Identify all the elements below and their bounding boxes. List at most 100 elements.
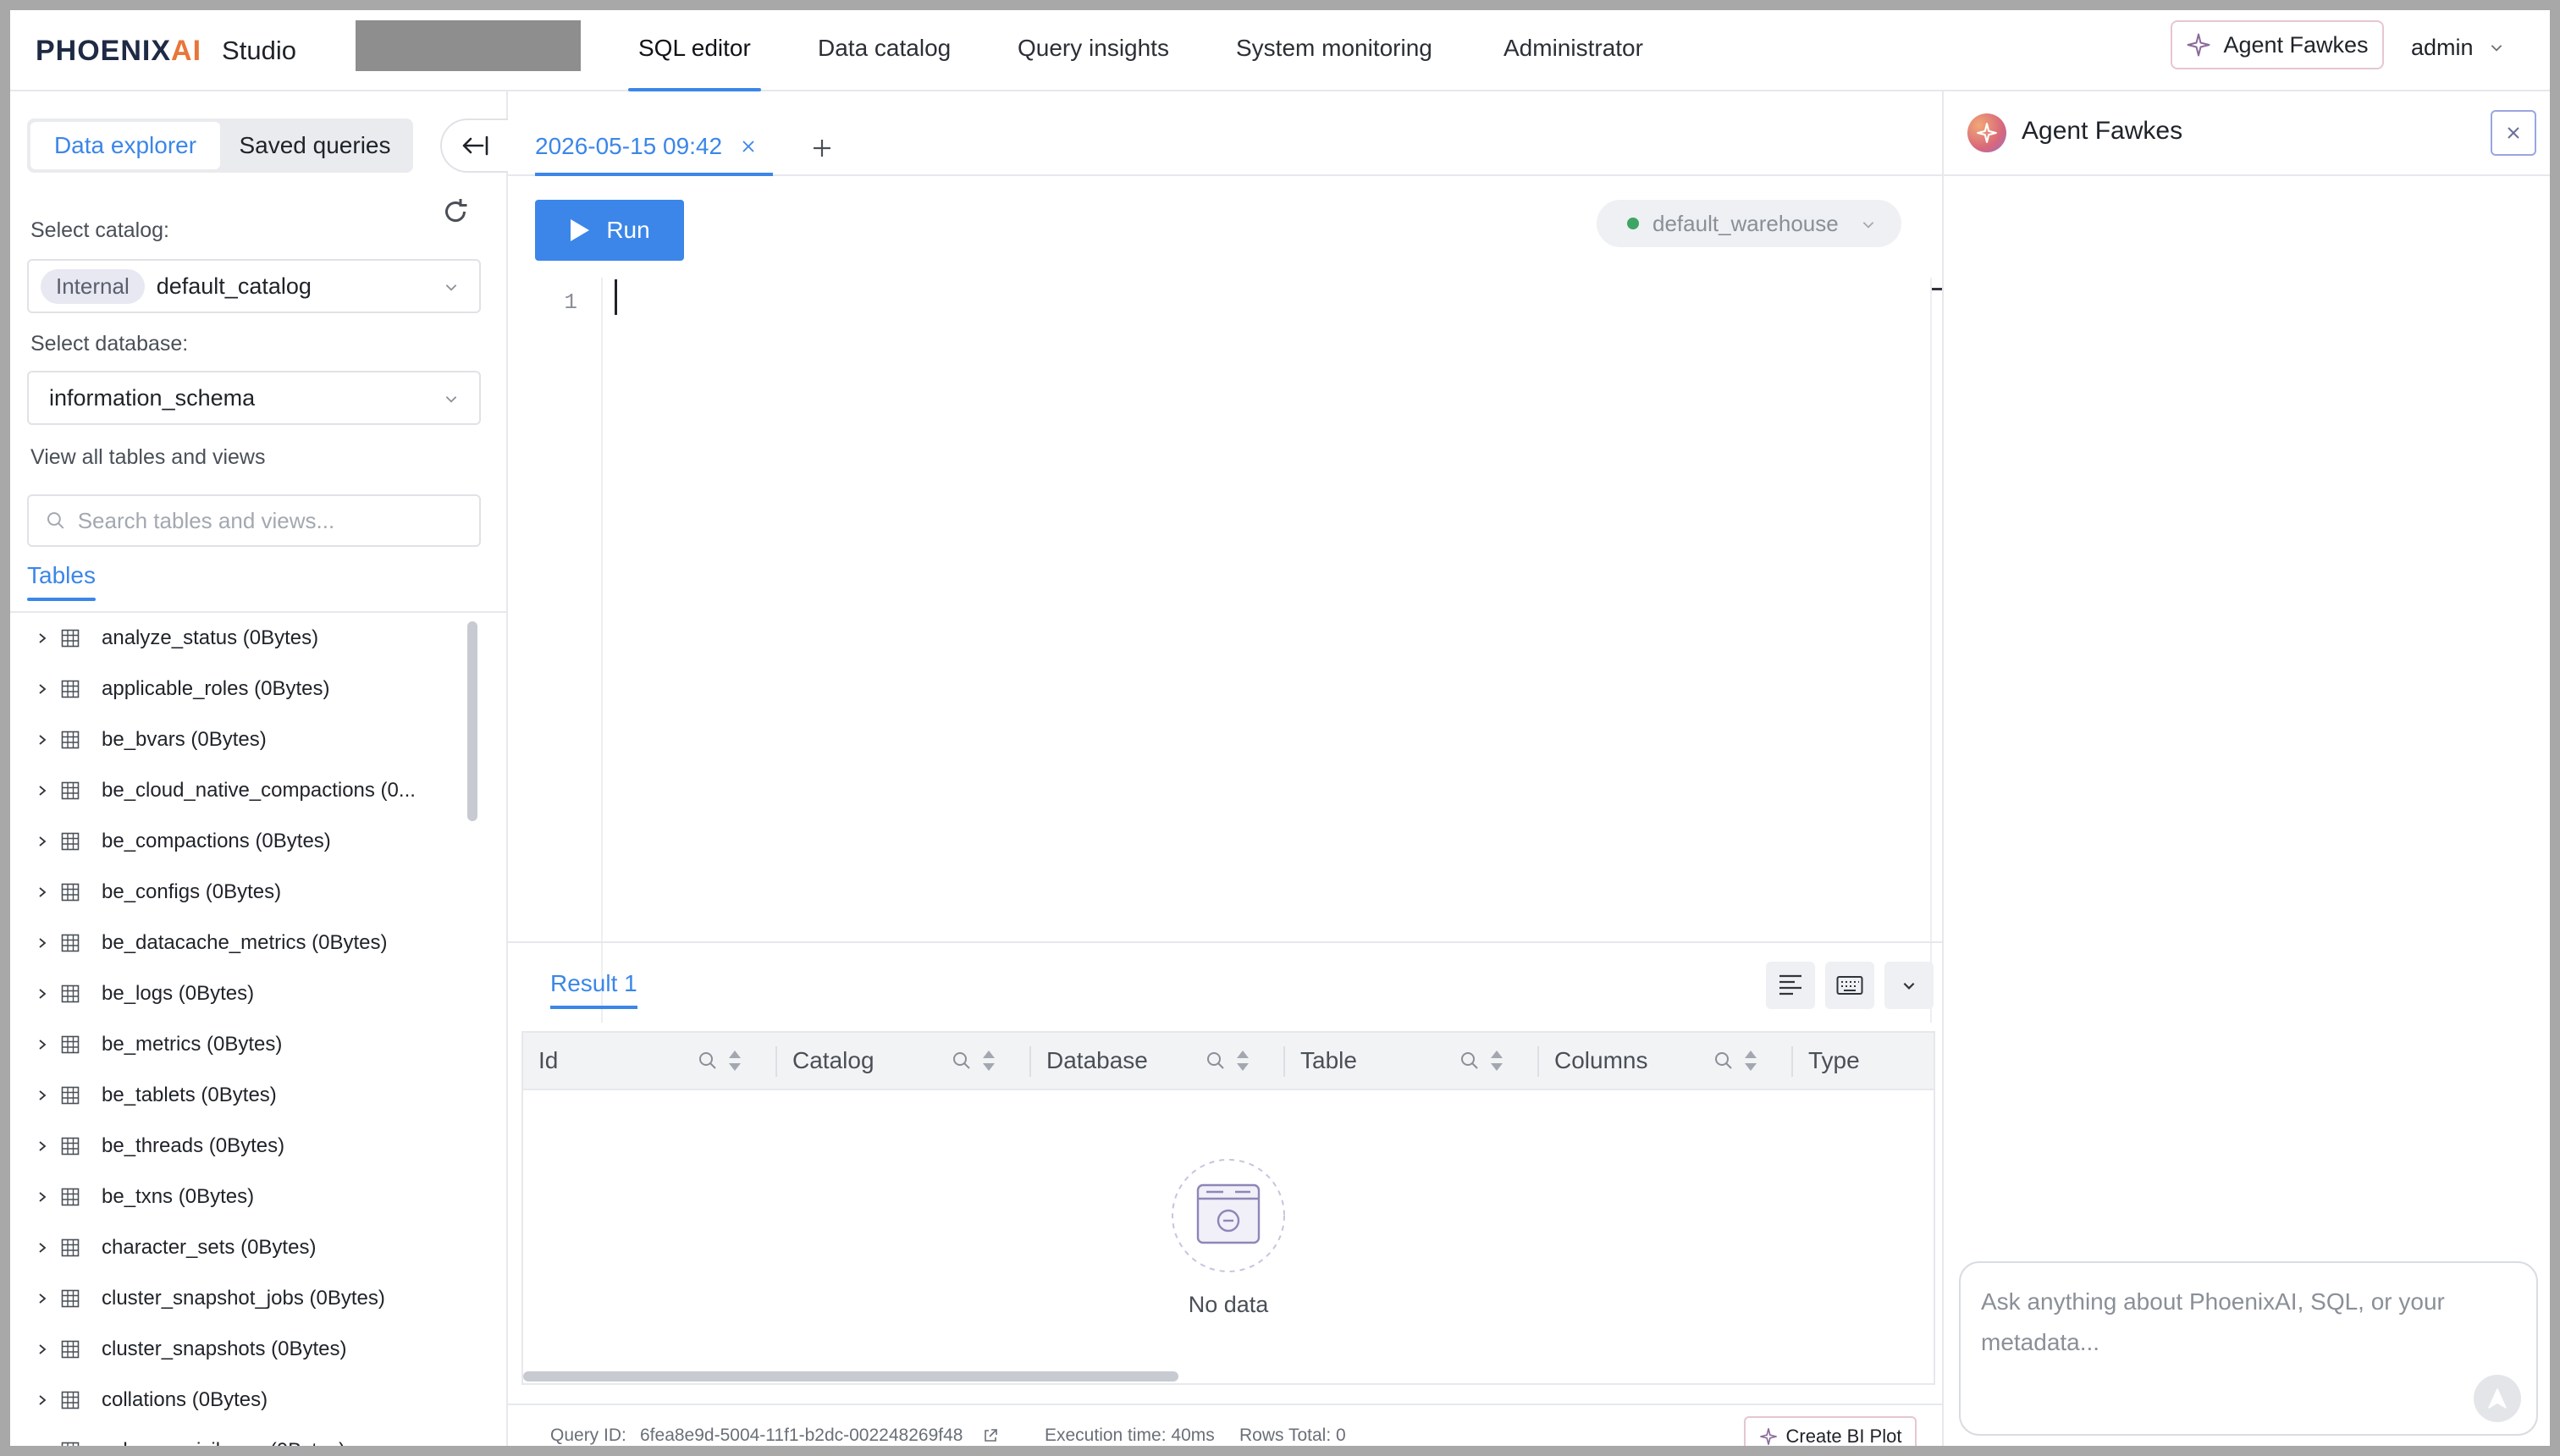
- chevron-right-icon[interactable]: [36, 987, 49, 1001]
- table-list-item[interactable]: cluster_snapshots (0Bytes): [10, 1324, 474, 1375]
- sort-icon[interactable]: [726, 1048, 743, 1073]
- table-search-input[interactable]: [77, 507, 462, 534]
- view-all-tables-link[interactable]: View all tables and views: [30, 445, 265, 470]
- sort-icon[interactable]: [1488, 1048, 1505, 1073]
- user-menu[interactable]: admin: [2411, 29, 2504, 66]
- run-button[interactable]: Run: [535, 200, 684, 261]
- text-cursor[interactable]: [615, 279, 617, 315]
- column-separator[interactable]: [775, 1046, 777, 1077]
- add-tab-icon[interactable]: [808, 134, 836, 163]
- chevron-down-icon: [1903, 982, 1915, 990]
- query-tab-bar: 2026-05-15 09:42: [508, 91, 1942, 176]
- chevron-right-icon[interactable]: [36, 1089, 49, 1102]
- agent-button-label: Agent Fawkes: [2223, 31, 2369, 58]
- table-list-item[interactable]: analyze_status (0Bytes): [10, 613, 474, 664]
- agent-chat-input[interactable]: [1981, 1282, 2506, 1375]
- column-separator[interactable]: [1283, 1046, 1285, 1077]
- table-list-item[interactable]: collations (0Bytes): [10, 1375, 474, 1426]
- chevron-right-icon[interactable]: [36, 1343, 49, 1356]
- column-header-id[interactable]: Id: [538, 1033, 558, 1089]
- chevron-right-icon[interactable]: [36, 936, 49, 950]
- close-icon[interactable]: [741, 139, 756, 154]
- catalog-select[interactable]: Internal default_catalog: [27, 259, 481, 313]
- chevron-right-icon[interactable]: [36, 1393, 49, 1407]
- table-icon: [61, 1086, 80, 1105]
- column-header-catalog[interactable]: Catalog: [792, 1033, 874, 1089]
- segment-saved-queries[interactable]: Saved queries: [220, 122, 410, 169]
- table-list-item[interactable]: cluster_snapshot_jobs (0Bytes): [10, 1273, 474, 1324]
- table-list-item[interactable]: be_metrics (0Bytes): [10, 1019, 474, 1070]
- table-list-item[interactable]: be_logs (0Bytes): [10, 968, 474, 1019]
- column-separator[interactable]: [1537, 1046, 1539, 1077]
- query-tab[interactable]: 2026-05-15 09:42: [535, 119, 774, 176]
- table-list-item[interactable]: column_privileges (0Bytes): [10, 1426, 474, 1446]
- table-list-item[interactable]: be_compactions (0Bytes): [10, 816, 474, 867]
- table-list-item[interactable]: applicable_roles (0Bytes): [10, 664, 474, 714]
- column-header-table[interactable]: Table: [1300, 1033, 1357, 1089]
- tab-tables[interactable]: Tables: [27, 562, 96, 601]
- keyboard-shortcuts-button[interactable]: [1825, 962, 1874, 1009]
- chevron-right-icon[interactable]: [36, 784, 49, 797]
- column-header-columns[interactable]: Columns: [1554, 1033, 1647, 1089]
- column-separator[interactable]: [1029, 1046, 1031, 1077]
- query-id-value[interactable]: 6fea8e9d-5004-11f1-b2dc-002248269f48: [640, 1426, 963, 1446]
- search-icon[interactable]: [1206, 1051, 1226, 1071]
- chevron-right-icon[interactable]: [36, 885, 49, 899]
- table-list-item[interactable]: be_cloud_native_compactions (0...: [10, 765, 474, 816]
- column-separator[interactable]: [1791, 1046, 1793, 1077]
- logo-studio-label: Studio: [222, 36, 296, 65]
- search-icon[interactable]: [1713, 1051, 1734, 1071]
- nav-tab-data-catalog[interactable]: Data catalog: [818, 10, 951, 91]
- search-icon[interactable]: [698, 1051, 718, 1071]
- sidebar-scrollbar[interactable]: [467, 621, 477, 821]
- chevron-right-icon[interactable]: [36, 1139, 49, 1153]
- table-list-item[interactable]: be_datacache_metrics (0Bytes): [10, 918, 474, 968]
- table-name: be_txns (0Bytes): [102, 1185, 255, 1208]
- database-select[interactable]: information_schema: [27, 371, 481, 425]
- close-agent-panel-button[interactable]: [2491, 110, 2536, 156]
- chevron-right-icon[interactable]: [36, 1038, 49, 1051]
- chevron-right-icon[interactable]: [36, 1241, 49, 1255]
- nav-tab-administrator[interactable]: Administrator: [1503, 10, 1643, 91]
- tab-result-1[interactable]: Result 1: [550, 970, 637, 1009]
- table-list-item[interactable]: be_txns (0Bytes): [10, 1172, 474, 1222]
- nav-tab-sql-editor[interactable]: SQL editor: [628, 10, 761, 91]
- table-list-item[interactable]: character_sets (0Bytes): [10, 1222, 474, 1273]
- chevron-right-icon[interactable]: [36, 1444, 49, 1446]
- warehouse-select[interactable]: default_warehouse: [1597, 200, 1901, 247]
- sort-icon[interactable]: [1742, 1048, 1759, 1073]
- format-button[interactable]: [1766, 962, 1815, 1009]
- more-options-button[interactable]: [1884, 962, 1934, 1009]
- nav-tab-query-insights[interactable]: Query insights: [1018, 10, 1169, 91]
- refresh-icon[interactable]: [440, 196, 471, 227]
- table-icon: [61, 984, 80, 1003]
- minimap-divider: [1930, 278, 1932, 1023]
- chevron-right-icon[interactable]: [36, 733, 49, 747]
- segment-data-explorer[interactable]: Data explorer: [30, 122, 220, 169]
- chevron-right-icon[interactable]: [36, 682, 49, 696]
- chevron-right-icon[interactable]: [36, 1292, 49, 1305]
- column-header-type[interactable]: Type: [1808, 1033, 1860, 1089]
- search-icon[interactable]: [1459, 1051, 1480, 1071]
- chevron-right-icon[interactable]: [36, 1190, 49, 1204]
- table-icon: [61, 1340, 80, 1359]
- create-bi-plot-button[interactable]: Create BI Plot: [1744, 1416, 1917, 1446]
- column-header-database[interactable]: Database: [1046, 1033, 1148, 1089]
- collapse-sidebar-button[interactable]: [440, 119, 508, 173]
- table-list-item[interactable]: be_tablets (0Bytes): [10, 1070, 474, 1121]
- brand-logo[interactable]: PHOENIXAI Studio: [36, 32, 296, 69]
- user-name: admin: [2411, 34, 2474, 60]
- send-button[interactable]: [2474, 1375, 2521, 1422]
- nav-tab-system-monitoring[interactable]: System monitoring: [1236, 10, 1432, 91]
- table-list-item[interactable]: be_threads (0Bytes): [10, 1121, 474, 1172]
- sort-icon[interactable]: [980, 1048, 997, 1073]
- agent-fawkes-button[interactable]: Agent Fawkes: [2171, 20, 2384, 69]
- chevron-right-icon[interactable]: [36, 835, 49, 848]
- horizontal-scrollbar[interactable]: [523, 1371, 1178, 1382]
- table-list-item[interactable]: be_bvars (0Bytes): [10, 714, 474, 765]
- sort-icon[interactable]: [1234, 1048, 1251, 1073]
- search-icon[interactable]: [952, 1051, 972, 1071]
- chevron-right-icon[interactable]: [36, 631, 49, 645]
- external-link-icon[interactable]: [982, 1427, 999, 1444]
- table-list-item[interactable]: be_configs (0Bytes): [10, 867, 474, 918]
